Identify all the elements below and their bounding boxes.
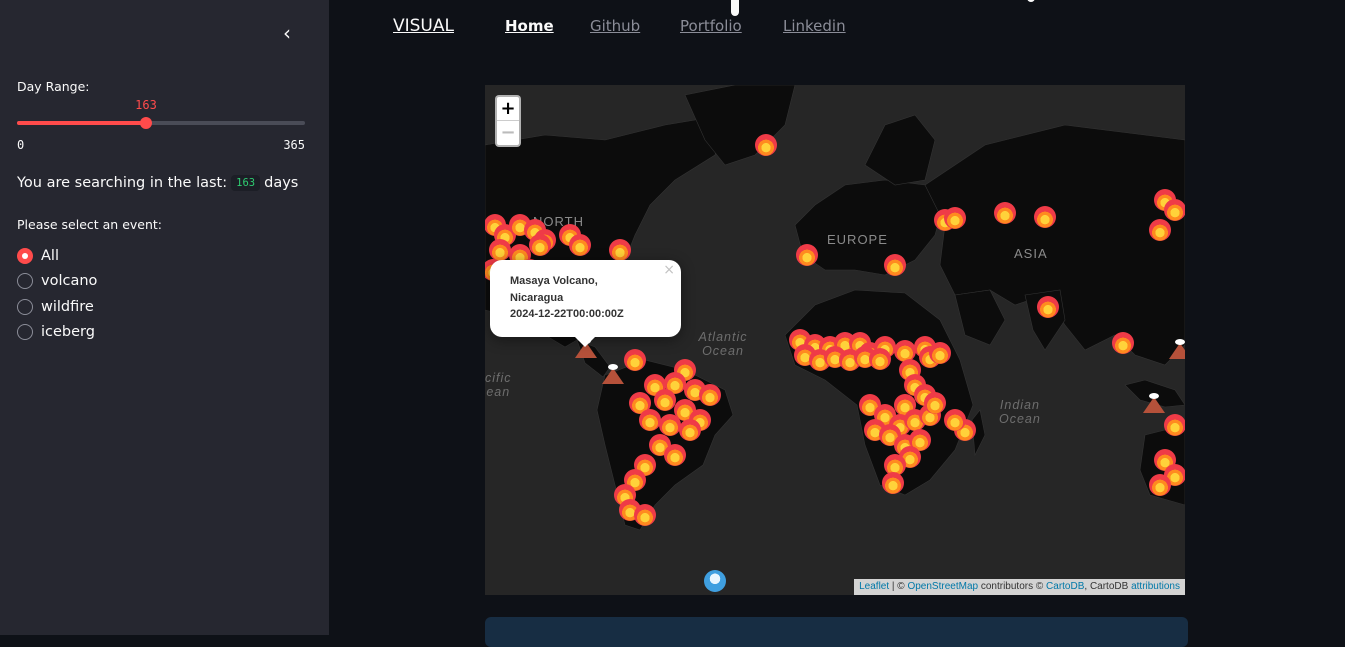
attributions-link[interactable]: attributions: [1131, 581, 1180, 592]
fire-icon[interactable]: [664, 444, 686, 466]
popup-date: 2024-12-22T00:00:00Z: [510, 308, 624, 320]
ocean-label-line: cific: [485, 371, 512, 385]
marker-popup: × Masaya Volcano, Nicaragua 2024-12-22T0…: [490, 260, 681, 347]
search-prefix: You are searching in the last:: [17, 175, 228, 191]
decorative-shape: [1027, 0, 1035, 2]
fire-icon[interactable]: [796, 244, 818, 266]
iceberg-icon[interactable]: [704, 570, 726, 592]
fire-icon[interactable]: [1149, 219, 1171, 241]
fire-icon[interactable]: [929, 342, 951, 364]
fire-icon[interactable]: [529, 234, 551, 256]
leaflet-link[interactable]: Leaflet: [859, 581, 889, 592]
fire-icon[interactable]: [1149, 474, 1171, 496]
fire-icon[interactable]: [679, 419, 701, 441]
radio-dot: [17, 298, 33, 315]
fire-icon[interactable]: [624, 349, 646, 371]
search-days-value: 163: [231, 175, 261, 191]
fire-icon[interactable]: [654, 389, 676, 411]
search-days-text: You are searching in the last: 163 days: [17, 175, 298, 191]
fire-icon[interactable]: [634, 504, 656, 526]
osm-link[interactable]: OpenStreetMap: [907, 581, 978, 592]
popup-title: Masaya Volcano,: [510, 275, 598, 287]
fire-icon[interactable]: [924, 392, 946, 414]
day-range-label: Day Range:: [17, 79, 90, 94]
attrib-contrib: contributors ©: [978, 581, 1047, 592]
ocean-label-line: Indian: [999, 398, 1040, 412]
fire-icon[interactable]: [869, 348, 891, 370]
map-label-asia: ASIA: [1014, 246, 1048, 261]
radio-volcano[interactable]: volcano: [17, 269, 97, 295]
ocean-label-line: Ocean: [999, 412, 1041, 426]
zoom-in-button[interactable]: +: [497, 97, 519, 121]
map-label-pacific: cific ean: [485, 371, 512, 399]
info-box: [485, 617, 1188, 647]
radio-dot: [17, 273, 33, 290]
sidebar: ‹ Day Range: 163 0 365 You are searching…: [0, 0, 329, 635]
zoom-out-button[interactable]: −: [497, 121, 519, 145]
map-label-atlantic: Atlantic Ocean: [688, 330, 758, 358]
fire-icon[interactable]: [1112, 332, 1134, 354]
popup-content: Masaya Volcano, Nicaragua 2024-12-22T00:…: [510, 273, 624, 323]
day-range-slider[interactable]: 163 0 365: [17, 96, 305, 156]
brand-link[interactable]: VISUAL: [393, 16, 454, 36]
world-map[interactable]: NORTH EUROPE ASIA Atlantic Ocean cific e…: [485, 85, 1185, 595]
volcano-icon[interactable]: [1143, 393, 1165, 413]
ocean-label-line: Ocean: [702, 344, 744, 358]
popup-location: Nicaragua: [510, 291, 564, 304]
fire-icon[interactable]: [569, 234, 591, 256]
volcano-icon[interactable]: [602, 364, 624, 384]
attrib-comma: , CartoDB: [1084, 581, 1132, 592]
top-nav: VISUAL Home Github Portfolio Linkedin: [0, 16, 1345, 41]
fire-icon[interactable]: [1164, 199, 1185, 221]
radio-dot: [17, 324, 33, 341]
fire-icon[interactable]: [1164, 414, 1185, 436]
map-label-europe: EUROPE: [827, 232, 888, 247]
map-attribution: Leaflet | © OpenStreetMap contributors ©…: [854, 579, 1185, 595]
volcano-icon[interactable]: [1169, 339, 1185, 359]
fire-icon[interactable]: [994, 202, 1016, 224]
fire-icon[interactable]: [609, 239, 631, 261]
slider-thumb[interactable]: [140, 117, 152, 129]
close-icon[interactable]: ×: [663, 262, 675, 278]
fire-icon[interactable]: [639, 409, 661, 431]
radio-label: wildfire: [41, 298, 94, 315]
fire-icon[interactable]: [1037, 296, 1059, 318]
slider-track[interactable]: [17, 121, 305, 125]
radio-label: iceberg: [41, 324, 95, 341]
ocean-label-line: ean: [486, 385, 511, 399]
fire-icon[interactable]: [489, 239, 511, 261]
nav-linkedin[interactable]: Linkedin: [783, 17, 846, 35]
ocean-label-line: Atlantic: [698, 330, 748, 344]
cartodb-link[interactable]: CartoDB: [1046, 581, 1084, 592]
fire-icon[interactable]: [944, 207, 966, 229]
radio-label: volcano: [41, 273, 98, 290]
radio-dot-selected: [17, 247, 33, 264]
event-select-label: Please select an event:: [17, 217, 163, 232]
radio-all[interactable]: All: [17, 243, 97, 269]
zoom-control: + −: [495, 95, 521, 147]
nav-home[interactable]: Home: [505, 17, 554, 35]
slider-max: 365: [283, 138, 305, 152]
fire-icon[interactable]: [699, 384, 721, 406]
fire-icon[interactable]: [755, 134, 777, 156]
fire-icon[interactable]: [659, 414, 681, 436]
radio-wildfire[interactable]: wildfire: [17, 294, 97, 320]
fire-icon[interactable]: [944, 409, 966, 431]
attrib-sep: | ©: [889, 581, 908, 592]
slider-value: 163: [135, 98, 157, 112]
nav-github[interactable]: Github: [590, 17, 640, 35]
slider-fill: [17, 121, 146, 125]
search-suffix: days: [264, 175, 299, 191]
radio-label: All: [41, 247, 59, 264]
map-label-indian: Indian Ocean: [999, 398, 1041, 426]
nav-portfolio[interactable]: Portfolio: [680, 17, 742, 35]
fire-icon[interactable]: [884, 254, 906, 276]
decorative-shape: [731, 0, 739, 16]
fire-icon[interactable]: [882, 472, 904, 494]
slider-min: 0: [17, 138, 25, 152]
radio-iceberg[interactable]: iceberg: [17, 320, 97, 346]
event-radio-group: All volcano wildfire iceberg: [17, 243, 97, 345]
fire-icon[interactable]: [1034, 206, 1056, 228]
